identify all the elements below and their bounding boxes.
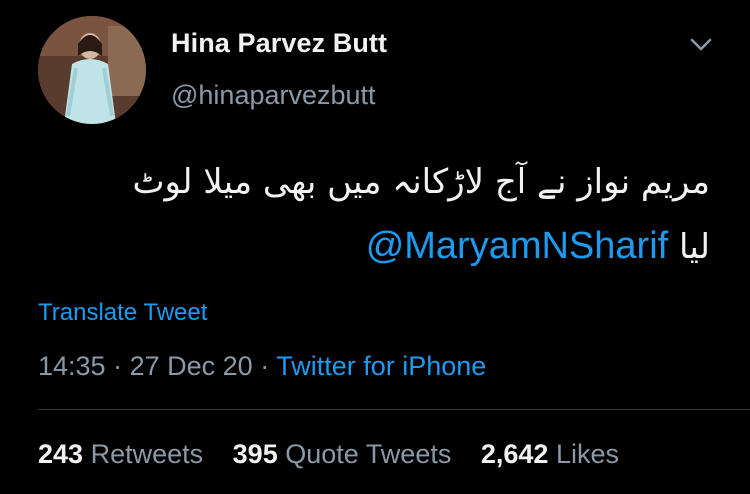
retweets-label: Retweets [90, 439, 204, 469]
author-handle[interactable]: @hinaparvezbutt [171, 80, 376, 111]
quote-tweets-stat[interactable]: 395 Quote Tweets [233, 439, 452, 469]
quote-tweets-count: 395 [232, 439, 278, 469]
tweet-text-line-2: لیا @MaryamNSharif [30, 214, 710, 279]
tweet-time[interactable]: 14:35 [38, 351, 106, 381]
retweets-stat[interactable]: 243 Retweets [38, 439, 203, 469]
tweet: Hina Parvez Butt @hinaparvezbutt مریم نو… [0, 0, 750, 494]
translate-tweet-link[interactable]: Translate Tweet [38, 299, 207, 327]
chevron-down-icon [690, 38, 712, 51]
tweet-source-link[interactable]: Twitter for iPhone [276, 351, 486, 381]
tweet-meta: 14:35 · 27 Dec 20 · Twitter for iPhone [38, 351, 486, 382]
likes-label: Likes [555, 439, 619, 469]
likes-stat[interactable]: 2,642 Likes [481, 439, 619, 469]
tweet-date[interactable]: 27 Dec 20 [130, 351, 253, 381]
retweets-count: 243 [38, 439, 84, 469]
avatar[interactable] [38, 16, 146, 124]
tweet-text: مریم نواز نے آج لاڑکانہ میں بھی میلا لوٹ… [30, 150, 710, 279]
tweet-text-line-1: مریم نواز نے آج لاڑکانہ میں بھی میلا لوٹ [132, 162, 710, 202]
meta-separator-1: · [113, 351, 123, 381]
divider [38, 409, 750, 410]
tweet-stats: 243 Retweets 395 Quote Tweets 2,642 Like… [38, 439, 641, 470]
avatar-image [38, 16, 146, 124]
author-name[interactable]: Hina Parvez Butt [171, 28, 387, 59]
quote-tweets-label: Quote Tweets [285, 439, 452, 469]
meta-separator-2: · [260, 351, 270, 381]
more-options-button[interactable] [684, 30, 718, 60]
likes-count: 2,642 [480, 439, 549, 469]
mention-link[interactable]: @MaryamNSharif [366, 225, 669, 267]
tweet-text-line-2-prefix: لیا [679, 227, 710, 267]
